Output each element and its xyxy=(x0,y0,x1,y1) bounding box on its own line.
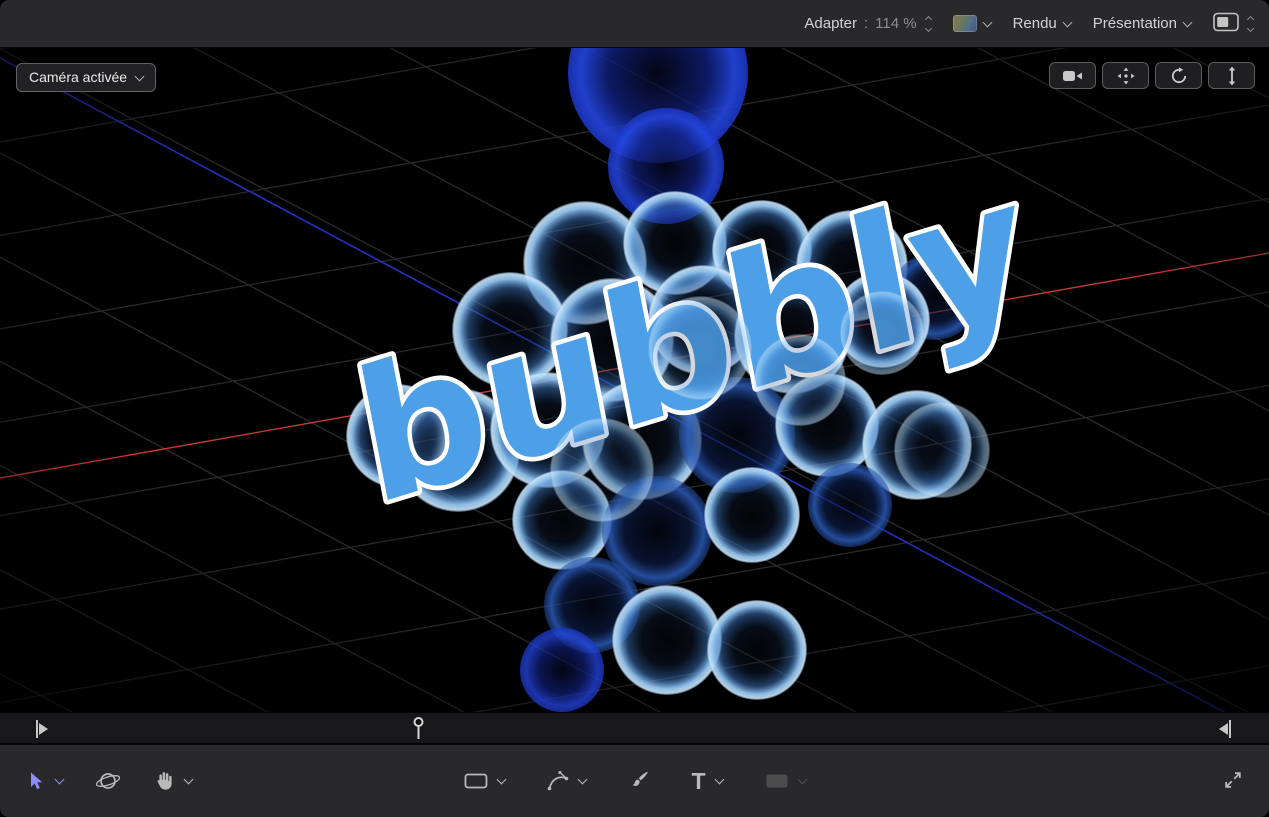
display-mode-button[interactable] xyxy=(1213,12,1253,36)
chevron-down-icon[interactable] xyxy=(496,774,506,784)
arrow-cursor-icon xyxy=(26,771,46,791)
up-down-arrows-icon xyxy=(1225,66,1239,86)
tool-group-left xyxy=(26,769,192,793)
bubble xyxy=(894,402,990,498)
pan-camera-button[interactable] xyxy=(1102,62,1149,89)
orbit-sphere-icon xyxy=(95,769,121,793)
chevron-down-icon[interactable] xyxy=(55,774,65,784)
tool-bar: T xyxy=(0,744,1269,817)
playhead[interactable] xyxy=(413,717,424,743)
view-menu-label: Présentation xyxy=(1093,15,1177,32)
render-menu-label: Rendu xyxy=(1013,15,1057,32)
color-swatch-icon xyxy=(953,15,977,32)
orbit-camera-button[interactable] xyxy=(1155,62,1202,89)
chevron-down-icon xyxy=(136,75,143,80)
mini-timeline[interactable] xyxy=(0,712,1269,744)
chevron-down-icon xyxy=(797,774,807,784)
bubble xyxy=(704,467,800,563)
display-stepper-icon xyxy=(1248,17,1253,31)
chevron-down-icon[interactable] xyxy=(577,774,587,784)
view-menu-button[interactable]: Présentation xyxy=(1093,15,1191,32)
chevron-down-icon xyxy=(984,22,991,26)
range-in-triangle-icon xyxy=(39,723,48,735)
camera-controls xyxy=(1049,62,1255,89)
bubble xyxy=(840,291,924,375)
pen-curve-icon xyxy=(546,770,568,792)
playhead-stem xyxy=(418,726,420,739)
filled-rectangle-icon xyxy=(765,773,789,789)
text-tool-button[interactable]: T xyxy=(691,770,722,793)
bubble xyxy=(707,600,807,700)
scene-3d: bubbly xyxy=(0,48,1269,712)
range-in-bar xyxy=(36,720,38,738)
pan-tool-button[interactable] xyxy=(153,770,192,792)
expand-button[interactable] xyxy=(1223,770,1243,793)
paintbrush-icon xyxy=(627,770,649,792)
zoom-separator: : xyxy=(864,15,868,32)
camera-active-button[interactable]: Caméra activée xyxy=(16,63,156,92)
bubble xyxy=(612,585,722,695)
zoom-value: 114 % xyxy=(875,15,916,32)
shape-tool-button[interactable] xyxy=(463,773,504,789)
chevron-down-icon xyxy=(1064,22,1071,26)
hand-icon xyxy=(153,770,175,792)
chevron-down-icon[interactable] xyxy=(714,774,724,784)
move-arrows-icon xyxy=(1116,66,1136,86)
canvas-toolbar: Adapter : 114 % Rendu Présentation xyxy=(0,0,1269,48)
diagonal-expand-arrows-icon xyxy=(1223,778,1243,793)
rotate-arrow-icon xyxy=(1170,67,1188,85)
zoom-stepper-icon[interactable] xyxy=(926,17,931,31)
chevron-down-icon xyxy=(1184,22,1191,26)
paint-stroke-tool-button[interactable] xyxy=(627,770,649,792)
camera-view-button[interactable] xyxy=(1049,62,1096,89)
select-tool-button[interactable] xyxy=(26,771,63,791)
range-out-bar xyxy=(1229,720,1231,738)
transform-3d-tool-button[interactable] xyxy=(95,769,121,793)
zoom-label: Adapter xyxy=(804,15,857,32)
render-color-button[interactable] xyxy=(953,15,991,32)
bubble xyxy=(550,418,654,522)
dolly-camera-button[interactable] xyxy=(1208,62,1255,89)
bubble xyxy=(648,296,752,400)
camera-active-label: Caméra activée xyxy=(29,69,127,85)
bubble xyxy=(808,463,892,547)
chevron-down-icon[interactable] xyxy=(184,774,194,784)
rectangle-icon xyxy=(463,773,487,789)
display-icon xyxy=(1213,12,1239,36)
zoom-control[interactable]: Adapter : 114 % xyxy=(804,15,930,32)
play-range-out-marker[interactable] xyxy=(1219,720,1231,738)
bezier-tool-button[interactable] xyxy=(546,770,585,792)
canvas[interactable]: bubbly Caméra activée xyxy=(0,48,1269,712)
motion-window: Adapter : 114 % Rendu Présentation xyxy=(0,0,1269,817)
play-range-in-marker[interactable] xyxy=(36,720,48,738)
range-out-triangle-icon xyxy=(1219,723,1228,735)
bubble xyxy=(520,628,604,712)
text-tool-icon: T xyxy=(691,770,705,793)
video-camera-icon xyxy=(1062,69,1084,83)
bubble xyxy=(754,334,846,426)
mask-tool-button[interactable] xyxy=(765,773,806,789)
tool-group-center: T xyxy=(463,770,805,793)
render-menu-button[interactable]: Rendu xyxy=(1013,15,1071,32)
